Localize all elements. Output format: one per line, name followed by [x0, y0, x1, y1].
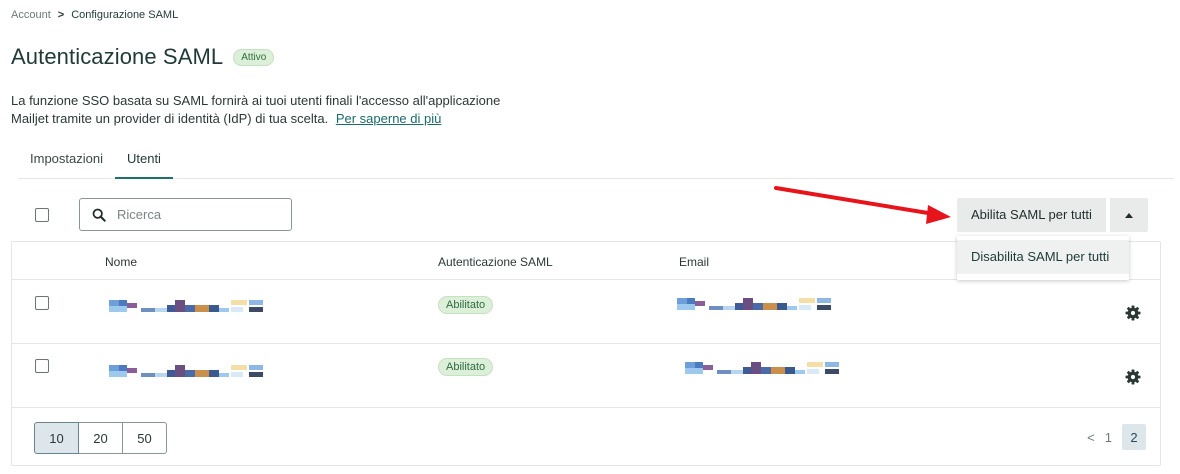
page-description: La funzione SSO basata su SAML fornirà a… — [11, 92, 531, 128]
column-header-nome: Nome — [105, 255, 138, 269]
description-line-2: Mailjet tramite un provider di identità … — [11, 110, 531, 128]
caret-up-icon — [1124, 212, 1133, 218]
redacted-name — [109, 365, 263, 377]
learn-more-link[interactable]: Per saperne di più — [336, 111, 442, 126]
page-1-button[interactable]: 1 — [1105, 430, 1112, 445]
page-size-20[interactable]: 20 — [78, 422, 123, 454]
previous-page-button[interactable]: < — [1087, 430, 1095, 445]
breadcrumb-separator: > — [57, 9, 65, 21]
table-row[interactable]: Abilitato — [12, 280, 1160, 344]
saml-status-badge: Abilitato — [438, 296, 494, 314]
gear-icon[interactable] — [1125, 305, 1141, 321]
breadcrumb: Account > Configurazione SAML — [11, 9, 178, 21]
search-icon — [92, 208, 106, 222]
page-title: Autenticazione SAML — [11, 44, 224, 69]
saml-status-badge: Abilitato — [438, 358, 494, 376]
tab-impostazioni[interactable]: Impostazioni — [18, 150, 115, 179]
title-row: Autenticazione SAML Attivo — [11, 44, 275, 70]
breadcrumb-account-link[interactable]: Account — [11, 9, 51, 21]
table-row[interactable]: Abilitato — [12, 344, 1160, 408]
tab-utenti[interactable]: Utenti — [114, 150, 173, 179]
page-2-button[interactable]: 2 — [1122, 424, 1146, 450]
dropdown-toggle-button[interactable] — [1109, 198, 1148, 232]
search-field[interactable] — [79, 198, 292, 231]
disable-saml-all-menu-item[interactable]: Disabilita SAML per tutti — [957, 240, 1129, 274]
row-checkbox[interactable] — [35, 359, 49, 373]
page-size-50[interactable]: 50 — [122, 422, 167, 454]
page-size-10[interactable]: 10 — [34, 422, 79, 454]
row-checkbox[interactable] — [35, 296, 49, 310]
select-all-checkbox[interactable] — [35, 208, 49, 222]
breadcrumb-current: Configurazione SAML — [71, 9, 179, 21]
redacted-name — [109, 300, 263, 312]
page-navigation: < 1 2 — [1087, 424, 1146, 450]
tab-bar: Impostazioni Utenti — [18, 150, 1174, 179]
description-line-1: La funzione SSO basata su SAML fornirà a… — [11, 93, 501, 108]
redacted-email — [677, 298, 831, 310]
status-badge: Attivo — [233, 48, 275, 66]
column-header-email: Email — [679, 255, 710, 269]
search-input[interactable] — [117, 207, 277, 222]
description-line-2-text: Mailjet tramite un provider di identità … — [11, 111, 329, 126]
enable-saml-all-button[interactable]: Abilita SAML per tutti — [957, 198, 1106, 232]
page-size-selector: 10 20 50 — [34, 422, 167, 454]
gear-icon[interactable] — [1125, 369, 1141, 385]
column-header-saml: Autenticazione SAML — [438, 255, 553, 269]
bulk-actions-menu: Disabilita SAML per tutti — [957, 236, 1129, 280]
enable-saml-split-button: Abilita SAML per tutti — [957, 198, 1148, 232]
redacted-email — [685, 362, 839, 374]
